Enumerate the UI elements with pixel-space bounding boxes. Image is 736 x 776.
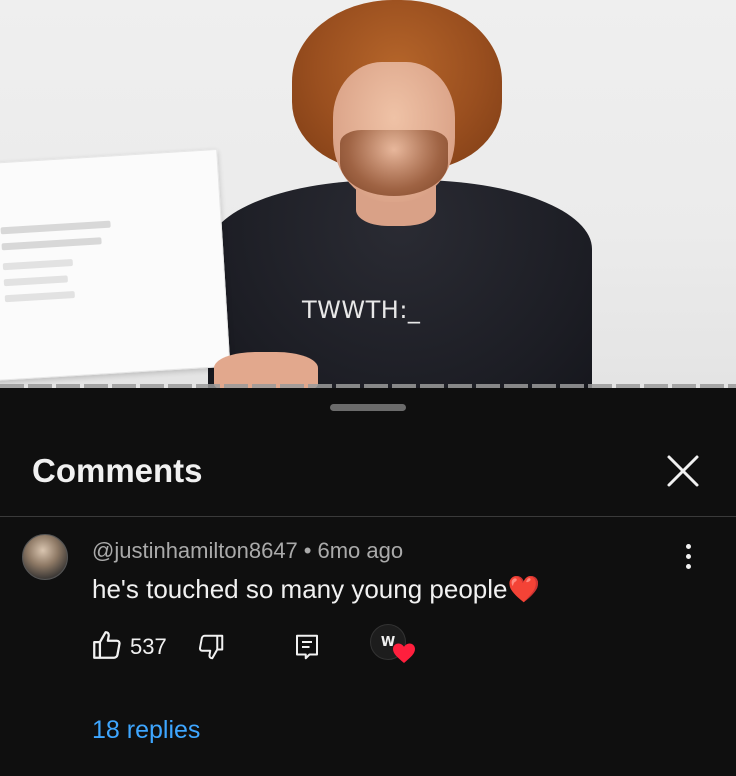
close-button[interactable] [660,448,706,494]
commenter-avatar[interactable] [22,534,68,580]
comment-body: he's touched so many young people [92,574,508,604]
comments-sheet: Comments @justinhamilton8647 • 6mo ago he'… [0,390,736,776]
heart-emoji: ❤️ [507,575,540,605]
comments-title: Comments [32,452,203,489]
heart-icon [393,643,415,663]
thumbs-down-icon[interactable] [196,630,226,664]
thumbs-up-icon[interactable] [90,628,124,662]
video-frame[interactable]: TWWTH:_ [0,0,736,388]
shirt-logo: TWWTH:_ [302,296,421,324]
comment-text: he's touched so many young people❤️ [92,574,540,605]
more-vert-icon [685,543,691,549]
person-hand [214,352,318,388]
reply-icon[interactable] [292,630,322,664]
header-divider [0,516,736,517]
close-icon [667,455,699,487]
drag-handle[interactable] [330,404,406,411]
view-replies-button[interactable]: 18 replies [92,716,200,745]
comment-time: 6mo ago [317,538,404,563]
more-options-button[interactable] [676,536,700,576]
creator-heart-badge: W [370,624,416,666]
person-beard [340,130,448,196]
like-count: 537 [130,634,167,659]
comment-author[interactable]: @justinhamilton8647 [92,538,298,563]
comment-meta: @justinhamilton8647 • 6mo ago [92,538,403,564]
comment-item: @justinhamilton8647 • 6mo ago he's touched… [0,522,736,772]
video-progress-bar[interactable] [0,384,736,388]
comment-actions: 537 W [90,624,450,668]
comments-header: Comments [0,442,736,514]
meta-separator: • [303,538,312,563]
paper-sheet [0,148,231,382]
